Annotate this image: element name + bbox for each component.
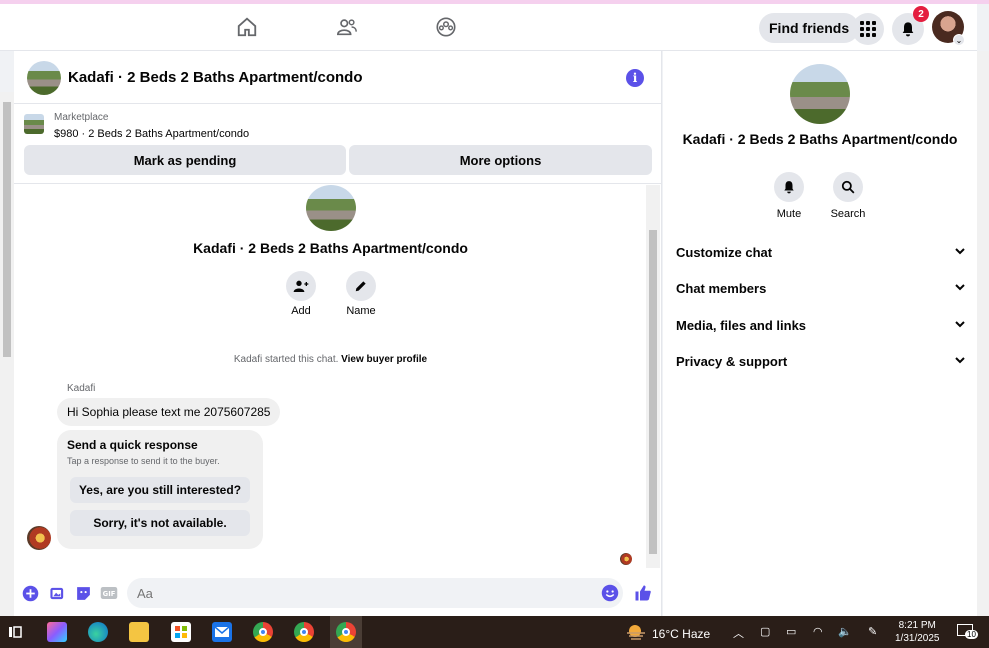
svg-text:GIF: GIF: [103, 590, 116, 598]
notification-count: 10: [965, 630, 978, 639]
windows-taskbar: 16°C Haze ︿ ▢ ▭ ◠ 🔈 ✎ 8:21 PM 1/31/2025 …: [0, 616, 989, 648]
copilot-icon[interactable]: [47, 622, 67, 642]
info-panel-avatar[interactable]: [790, 64, 850, 124]
section-media-files-links[interactable]: Media, files and links: [676, 315, 966, 335]
chat-title[interactable]: Kadafi · 2 Beds 2 Baths Apartment/condo: [68, 69, 363, 86]
name-chat-button[interactable]: Name: [346, 271, 376, 317]
meet-now-icon[interactable]: ▢: [760, 625, 770, 638]
message-bubble[interactable]: Hi Sophia please text me 2075607285: [57, 398, 281, 426]
message-input[interactable]: [127, 578, 623, 608]
chrome-active-icon[interactable]: [336, 622, 356, 642]
conversation-title: Kadafi · 2 Beds 2 Baths Apartment/condo: [193, 240, 468, 256]
chat-info-panel: Kadafi · 2 Beds 2 Baths Apartment/condo …: [663, 51, 977, 616]
add-people-button[interactable]: Add: [286, 271, 316, 317]
pencil-icon: [346, 271, 376, 301]
message-composer: GIF: [14, 575, 662, 611]
sender-avatar[interactable]: [27, 526, 51, 550]
section-label: Chat members: [676, 280, 767, 296]
view-buyer-profile-link[interactable]: View buyer profile: [341, 354, 427, 365]
quick-response-option[interactable]: Sorry, it's not available.: [70, 510, 250, 536]
chevron-down-icon: [954, 281, 966, 296]
clock-time: 8:21 PM: [898, 620, 936, 631]
conversation-avatar: [306, 185, 356, 231]
add-label: Add: [291, 305, 311, 317]
info-icon[interactable]: i: [626, 69, 644, 87]
listing-label: Marketplace: [54, 112, 109, 123]
thumbs-up-icon[interactable]: [634, 584, 652, 602]
bell-icon: [774, 172, 804, 202]
groups-icon[interactable]: [433, 14, 459, 40]
quick-response-card: Send a quick response Tap a response to …: [57, 430, 263, 549]
left-scrollbar[interactable]: [0, 92, 14, 616]
wifi-icon[interactable]: ◠: [813, 625, 823, 638]
search-label: Search: [830, 208, 866, 220]
quick-response-option[interactable]: Yes, are you still interested?: [70, 477, 250, 503]
chevron-down-icon[interactable]: ⌄: [953, 34, 965, 46]
add-person-icon: [286, 271, 316, 301]
chat-panel: Kadafi · 2 Beds 2 Baths Apartment/condo …: [14, 51, 662, 616]
message-scrollbar[interactable]: [646, 185, 660, 568]
started-text: Kadafi started this chat.: [233, 354, 342, 365]
marketplace-listing-bar: Marketplace $980 · 2 Beds 2 Baths Apartm…: [14, 104, 661, 184]
show-hidden-icons-chevron-icon[interactable]: ︿: [733, 625, 744, 641]
listing-thumbnail[interactable]: [24, 114, 44, 134]
gif-icon[interactable]: GIF: [100, 584, 118, 602]
quick-response-subtitle: Tap a response to send it to the buyer.: [67, 456, 220, 466]
mark-as-pending-button[interactable]: Mark as pending: [24, 145, 346, 175]
name-label: Name: [346, 305, 376, 317]
section-label: Customize chat: [676, 244, 773, 260]
weather-text: 16°C Haze: [652, 626, 711, 641]
volume-icon[interactable]: 🔈: [838, 625, 852, 638]
notification-badge: 2: [913, 6, 929, 22]
section-chat-members[interactable]: Chat members: [676, 278, 966, 298]
friends-icon[interactable]: [334, 14, 360, 40]
haze-icon: [626, 624, 646, 643]
find-friends-button[interactable]: Find friends: [759, 13, 860, 43]
seen-indicator-avatar: [620, 553, 632, 565]
microsoft-store-icon[interactable]: [171, 622, 191, 642]
chat-header: Kadafi · 2 Beds 2 Baths Apartment/condo …: [14, 51, 661, 104]
more-options-button[interactable]: More options: [349, 145, 652, 175]
chrome-icon[interactable]: [253, 622, 273, 642]
photo-icon[interactable]: [48, 584, 66, 602]
mute-label: Mute: [776, 208, 802, 220]
emoji-icon[interactable]: [601, 584, 619, 602]
sender-name: Kadafi: [67, 383, 96, 394]
chrome-profile-icon[interactable]: [294, 622, 314, 642]
search-button[interactable]: Search: [830, 172, 866, 220]
chevron-down-icon: [954, 245, 966, 260]
message-thread: Kadafi · 2 Beds 2 Baths Apartment/condo …: [14, 185, 662, 571]
file-explorer-icon[interactable]: [129, 622, 149, 642]
clock-date: 1/31/2025: [895, 633, 940, 644]
pen-icon[interactable]: ✎: [868, 625, 877, 638]
listing-price[interactable]: $980 · 2 Beds 2 Baths Apartment/condo: [54, 128, 249, 140]
chat-started-notice: Kadafi started this chat. View buyer pro…: [14, 354, 647, 365]
top-navigation-bar: Find friends 2 ⌄: [0, 4, 977, 51]
home-icon[interactable]: [234, 14, 260, 40]
section-privacy-support[interactable]: Privacy & support: [676, 351, 966, 371]
section-customize-chat[interactable]: Customize chat: [676, 242, 966, 262]
notification-center-icon[interactable]: 10: [957, 624, 978, 640]
weather-widget[interactable]: 16°C Haze: [626, 624, 710, 643]
system-clock[interactable]: 8:21 PM 1/31/2025: [895, 619, 940, 645]
mail-icon[interactable]: [212, 622, 232, 642]
section-label: Media, files and links: [676, 317, 807, 333]
sticker-icon[interactable]: [74, 584, 92, 602]
chevron-down-icon: [954, 318, 966, 333]
search-icon: [833, 172, 863, 202]
page-scrollbar[interactable]: [977, 51, 989, 616]
plus-circle-icon[interactable]: [21, 584, 39, 602]
mute-button[interactable]: Mute: [774, 172, 804, 220]
chat-thumbnail[interactable]: [27, 61, 61, 95]
battery-icon[interactable]: ▭: [786, 625, 796, 638]
chevron-down-icon: [954, 354, 966, 369]
info-panel-title: Kadafi · 2 Beds 2 Baths Apartment/condo: [682, 131, 958, 147]
edge-browser-icon[interactable]: [88, 622, 108, 642]
section-label: Privacy & support: [676, 353, 788, 369]
quick-response-title: Send a quick response: [67, 438, 198, 452]
task-view-icon[interactable]: [5, 622, 25, 642]
menu-grid-icon[interactable]: [852, 13, 884, 45]
